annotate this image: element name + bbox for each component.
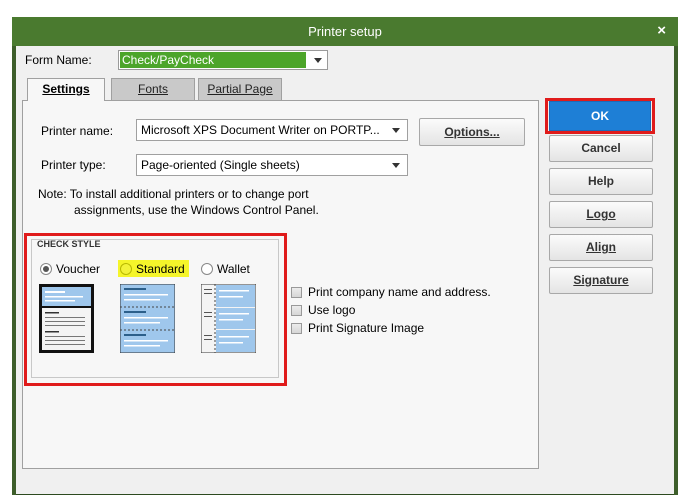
printer-type-dropdown[interactable]: Page-oriented (Single sheets) xyxy=(136,154,408,176)
tab-settings-label: Settings xyxy=(42,82,90,96)
chevron-down-icon xyxy=(314,58,322,63)
signature-button[interactable]: Signature xyxy=(549,267,653,294)
use-logo-checkbox[interactable] xyxy=(291,305,302,316)
tab-fonts[interactable]: Fonts xyxy=(111,78,195,100)
cancel-button[interactable]: Cancel xyxy=(549,135,653,162)
cancel-button-label: Cancel xyxy=(581,141,621,155)
printer-type-label: Printer type: xyxy=(41,158,106,172)
options-button[interactable]: Options... xyxy=(419,118,525,146)
printer-name-label: Printer name: xyxy=(41,124,114,138)
signature-button-label: Signature xyxy=(573,273,629,287)
print-signature-image-checkbox[interactable] xyxy=(291,323,302,334)
window-right-edge xyxy=(674,17,678,495)
form-name-value: Check/PayCheck xyxy=(120,52,306,68)
align-button-label: Align xyxy=(586,240,616,254)
options-button-label: Options... xyxy=(444,125,500,139)
note-line-2: assignments, use the Windows Control Pan… xyxy=(74,203,319,217)
help-button-label: Help xyxy=(587,174,614,188)
printer-name-value: Microsoft XPS Document Writer on PORTP..… xyxy=(141,123,380,137)
tab-partial-page[interactable]: Partial Page xyxy=(198,78,282,100)
use-logo-label[interactable]: Use logo xyxy=(308,303,355,317)
tab-partial-page-label: Partial Page xyxy=(207,82,273,96)
printer-name-dropdown[interactable]: Microsoft XPS Document Writer on PORTP..… xyxy=(136,119,408,141)
note-line-1: Note: To install additional printers or … xyxy=(38,187,309,201)
form-name-dropdown[interactable]: Check/PayCheck xyxy=(118,50,328,70)
check-style-highlight-box xyxy=(24,233,287,386)
logo-button-label: Logo xyxy=(586,207,616,221)
form-name-label: Form Name: xyxy=(25,53,92,67)
print-company-name-label[interactable]: Print company name and address. xyxy=(308,285,491,299)
tab-settings[interactable]: Settings xyxy=(27,78,105,101)
window-title: Printer setup xyxy=(308,24,382,39)
print-signature-image-label[interactable]: Print Signature Image xyxy=(308,321,424,335)
title-bar: Printer setup × xyxy=(12,17,678,46)
tab-fonts-label: Fonts xyxy=(137,82,168,96)
print-company-name-checkbox[interactable] xyxy=(291,287,302,298)
window-left-edge xyxy=(12,17,16,495)
close-icon[interactable]: × xyxy=(657,22,666,39)
chevron-down-icon xyxy=(392,163,400,168)
logo-button[interactable]: Logo xyxy=(549,201,653,228)
chevron-down-icon xyxy=(392,128,400,133)
help-button[interactable]: Help xyxy=(549,168,653,195)
align-button[interactable]: Align xyxy=(549,234,653,261)
printer-type-value: Page-oriented (Single sheets) xyxy=(141,158,300,172)
ok-highlight-box xyxy=(545,98,655,134)
